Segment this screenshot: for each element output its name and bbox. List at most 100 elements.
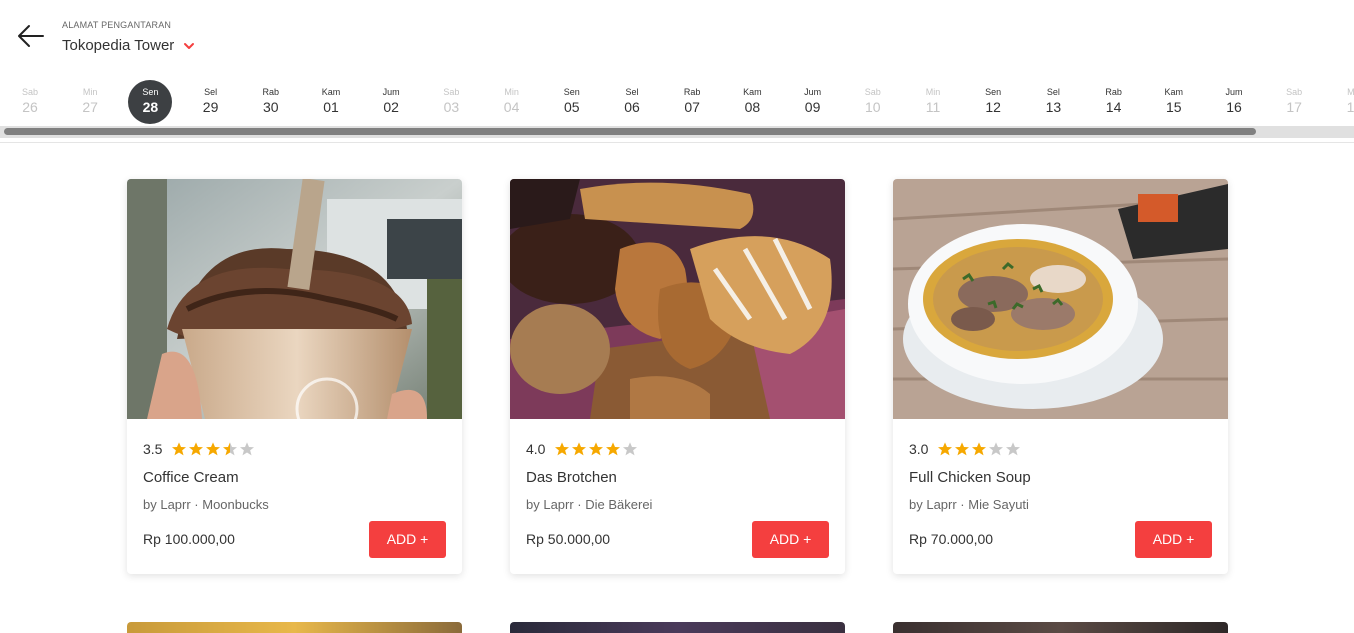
date-item[interactable]: Kam 01 — [309, 80, 353, 124]
date-item[interactable]: Rab 30 — [249, 80, 293, 124]
star-icon — [938, 442, 953, 456]
date-day-name: Sab — [864, 87, 881, 97]
add-to-cart-button[interactable]: ADD + — [1135, 521, 1212, 558]
date-item[interactable]: Sen 28 — [128, 80, 173, 124]
date-day-name: Jum — [382, 87, 400, 97]
back-arrow-icon[interactable] — [16, 22, 46, 50]
date-day-number: 01 — [323, 99, 339, 115]
add-to-cart-button[interactable]: ADD + — [369, 521, 446, 558]
date-day-number: 05 — [564, 99, 580, 115]
date-day-name: Min — [1347, 87, 1354, 97]
product-price: Rp 70.000,00 — [909, 531, 994, 547]
date-item[interactable]: Sab 03 — [429, 80, 473, 124]
date-day-number: 28 — [142, 99, 159, 115]
date-day-number: 30 — [263, 99, 279, 115]
date-item[interactable]: Kam 08 — [730, 80, 774, 124]
date-day-number: 09 — [804, 99, 821, 115]
rating-row: 3.0 — [909, 441, 1022, 457]
date-day-number: 04 — [503, 99, 520, 115]
date-scrollbar-thumb[interactable] — [4, 128, 1256, 135]
date-day-name: Min — [82, 87, 98, 97]
date-day-name: Sen — [563, 87, 580, 97]
date-day-name: Sab — [1286, 87, 1303, 97]
date-day-number: 10 — [865, 99, 881, 115]
delivery-address-selector[interactable]: Tokopedia Tower — [62, 37, 195, 54]
star-icon — [623, 442, 638, 456]
date-day-name: Jum — [1225, 87, 1243, 97]
date-item[interactable]: Sab 26 — [8, 80, 52, 124]
date-day-name: Min — [504, 87, 519, 97]
date-day-number: 02 — [383, 99, 399, 115]
rating-row: 4.0 — [526, 441, 639, 457]
product-seller: by Laprr · Mie Sayuti — [909, 497, 1029, 512]
date-day-name: Rab — [262, 87, 280, 97]
date-day-name: Sel — [204, 87, 218, 97]
star-icon — [1006, 442, 1021, 456]
date-day-name: Sel — [625, 87, 639, 97]
date-item[interactable]: Min 11 — [911, 80, 955, 124]
date-day-number: 26 — [22, 99, 38, 115]
date-item[interactable]: Jum 09 — [791, 80, 835, 124]
date-item[interactable]: Min 18 — [1332, 80, 1354, 124]
star-icon — [172, 442, 187, 456]
product-card[interactable]: 4.0 Das Brotchen by Laprr · Die Bäkerei … — [510, 179, 845, 574]
date-item[interactable]: Rab 14 — [1092, 80, 1136, 124]
date-day-number: 03 — [443, 99, 460, 115]
rating-row: 3.5 — [143, 441, 256, 457]
product-price: Rp 50.000,00 — [526, 531, 611, 547]
product-card[interactable]: 3.5 Coffice Cream by Laprr · Moonbucks R… — [127, 179, 462, 574]
product-card-partial[interactable] — [893, 622, 1228, 633]
product-title: Full Chicken Soup — [909, 469, 1031, 486]
star-icon — [989, 442, 1004, 456]
rating-value: 4.0 — [526, 441, 546, 457]
add-to-cart-button[interactable]: ADD + — [752, 521, 829, 558]
star-icon — [572, 442, 587, 456]
date-day-number: 11 — [925, 99, 941, 115]
date-day-number: 08 — [744, 99, 761, 115]
rating-value: 3.5 — [143, 441, 163, 457]
product-card-partial[interactable] — [127, 622, 462, 633]
star-icon — [189, 442, 204, 456]
star-rating — [171, 441, 256, 457]
product-card-partial[interactable] — [510, 622, 845, 633]
date-day-number: 13 — [1045, 99, 1062, 115]
date-item[interactable]: Jum 02 — [369, 80, 413, 124]
date-item[interactable]: Kam 15 — [1152, 80, 1196, 124]
date-day-number: 18 — [1346, 99, 1354, 115]
date-item[interactable]: Sab 17 — [1272, 80, 1316, 124]
date-item[interactable]: Sel 06 — [610, 80, 654, 124]
product-card[interactable]: 3.0 Full Chicken Soup by Laprr · Mie Say… — [893, 179, 1228, 574]
delivery-address-name: Tokopedia Tower — [62, 37, 175, 54]
star-rating — [554, 441, 639, 457]
date-item[interactable]: Min 04 — [490, 80, 534, 124]
date-item[interactable]: Sen 12 — [971, 80, 1015, 124]
date-day-name: Sel — [1046, 87, 1060, 97]
date-day-number: 15 — [1166, 99, 1182, 115]
product-image-bread — [510, 179, 845, 419]
star-rating — [937, 441, 1022, 457]
date-day-name: Kam — [321, 87, 341, 97]
star-icon — [955, 442, 970, 456]
date-item[interactable]: Min 27 — [68, 80, 112, 124]
date-day-name: Rab — [1105, 87, 1122, 97]
date-item[interactable]: Sel 29 — [189, 80, 233, 124]
star-icon — [223, 442, 238, 456]
product-image-coffee — [127, 179, 462, 419]
date-day-name: Min — [925, 87, 941, 97]
date-day-name: Sen — [142, 87, 159, 97]
date-day-name: Sab — [21, 87, 38, 97]
date-item[interactable]: Jum 16 — [1212, 80, 1256, 124]
chevron-down-icon — [184, 42, 195, 49]
star-icon — [972, 442, 987, 456]
star-icon — [240, 442, 255, 456]
date-day-name: Kam — [1164, 87, 1184, 97]
date-day-number: 29 — [202, 99, 219, 115]
date-day-name: Sen — [985, 87, 1002, 97]
date-day-number: 27 — [82, 99, 98, 115]
date-item[interactable]: Sen 05 — [550, 80, 594, 124]
product-image-soup — [893, 179, 1228, 419]
date-item[interactable]: Sel 13 — [1031, 80, 1075, 124]
star-icon — [206, 442, 221, 456]
date-item[interactable]: Rab 07 — [670, 80, 714, 124]
date-item[interactable]: Sab 10 — [851, 80, 895, 124]
